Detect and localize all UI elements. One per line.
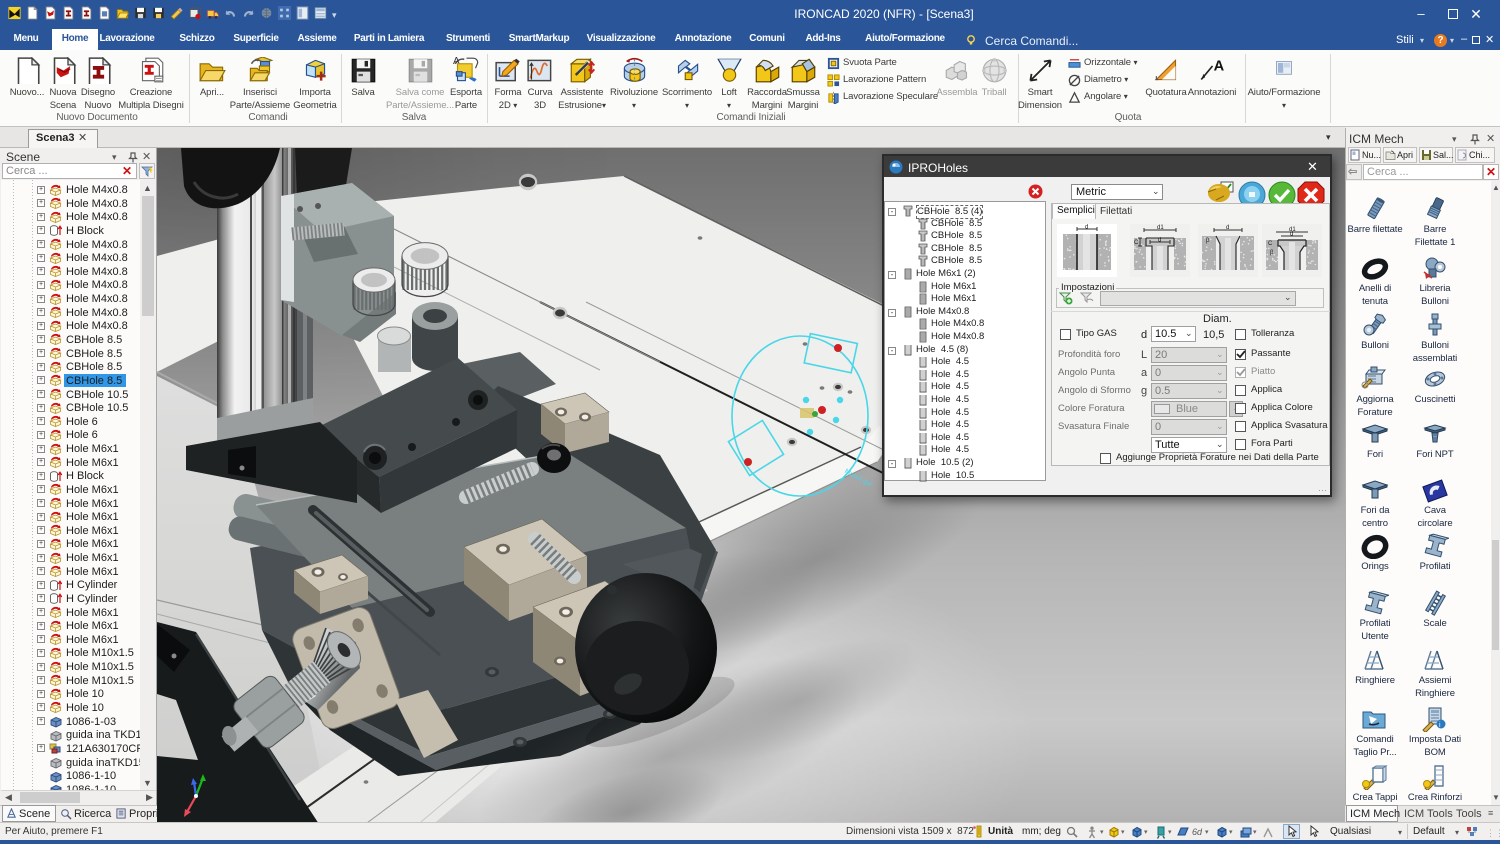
svg-text:β: β: [1206, 238, 1210, 244]
svg-text:d: d: [1290, 232, 1293, 238]
svg-text:C: C: [1268, 241, 1273, 247]
svg-text:C: C: [1134, 240, 1139, 246]
svg-text:6d: 6d: [1192, 827, 1203, 837]
svg-text:d: d: [1226, 225, 1229, 231]
svg-text:d: d: [1085, 225, 1088, 231]
svg-text:d1: d1: [1157, 225, 1164, 231]
svg-text:d: d: [1158, 238, 1161, 244]
svg-text:A: A: [1214, 59, 1225, 75]
svg-text:β: β: [1270, 250, 1274, 256]
